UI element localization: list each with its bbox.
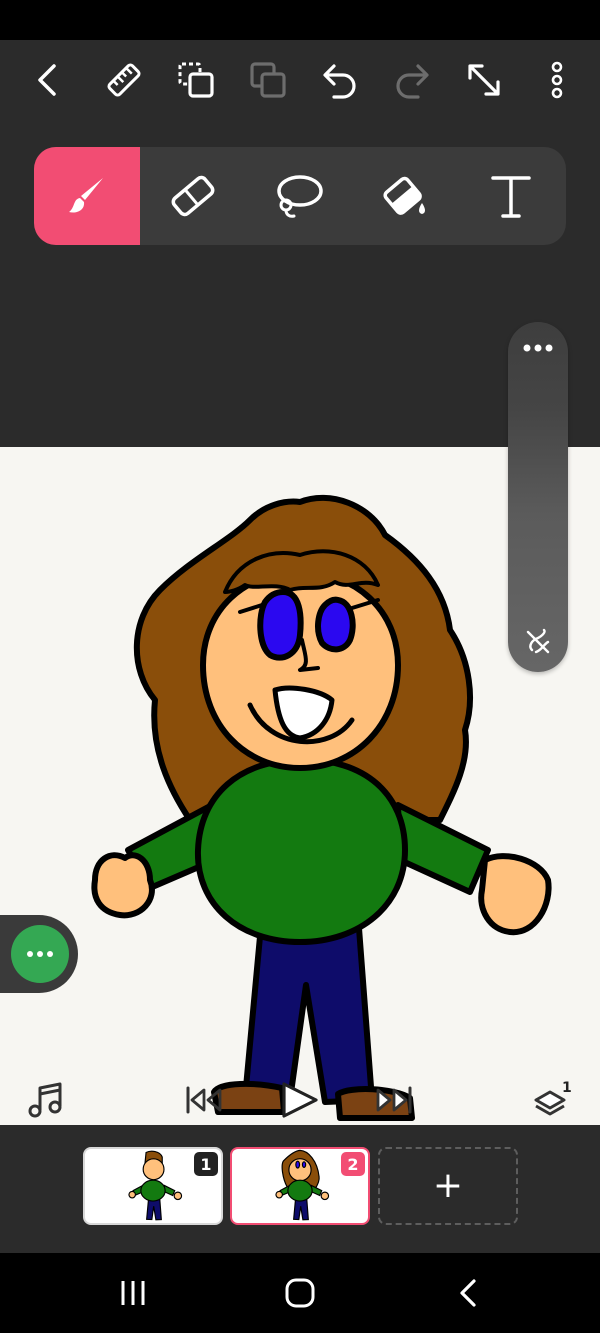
frame-thumbnail[interactable]: 1 bbox=[83, 1147, 223, 1225]
undo-icon[interactable] bbox=[320, 60, 360, 100]
frame-number: 2 bbox=[341, 1152, 365, 1176]
quick-menu-button[interactable] bbox=[11, 925, 69, 983]
eraser-tool[interactable] bbox=[140, 147, 246, 245]
duplicate-icon[interactable] bbox=[248, 60, 288, 100]
pen-pressure-off-icon[interactable] bbox=[524, 628, 552, 656]
lasso-tool[interactable] bbox=[246, 147, 352, 245]
skip-to-start-icon[interactable] bbox=[184, 1084, 226, 1116]
ruler-icon[interactable] bbox=[104, 60, 144, 100]
recent-apps-icon[interactable] bbox=[118, 1277, 148, 1309]
eraser-icon bbox=[171, 175, 215, 217]
paint-bucket-icon bbox=[383, 176, 425, 215]
skip-to-end-icon[interactable] bbox=[372, 1084, 414, 1116]
fullscreen-icon[interactable] bbox=[464, 60, 504, 100]
tool-selector bbox=[34, 147, 566, 245]
play-icon[interactable] bbox=[278, 1080, 322, 1120]
home-icon[interactable] bbox=[284, 1277, 316, 1309]
music-icon[interactable] bbox=[26, 1080, 66, 1120]
more-horizontal-icon[interactable] bbox=[520, 338, 556, 358]
frame-number: 1 bbox=[194, 1152, 218, 1176]
brush-opacity-slider[interactable] bbox=[508, 322, 568, 672]
text-icon bbox=[491, 176, 531, 218]
back-nav-icon[interactable] bbox=[454, 1277, 482, 1309]
frame-thumbnail-selected[interactable]: 2 bbox=[230, 1147, 370, 1225]
brush-tool[interactable] bbox=[34, 147, 140, 245]
select-copy-icon[interactable] bbox=[176, 60, 216, 100]
lasso-icon bbox=[277, 175, 323, 218]
brush-icon bbox=[69, 178, 103, 213]
side-menu-tab bbox=[0, 915, 78, 993]
frame-timeline: 1 2 + bbox=[0, 1125, 600, 1253]
system-nav-bar bbox=[0, 1253, 600, 1333]
text-tool[interactable] bbox=[458, 147, 564, 245]
add-frame-button[interactable]: + bbox=[378, 1147, 518, 1225]
status-bar bbox=[0, 0, 600, 40]
layers-button[interactable]: 1 bbox=[532, 1080, 576, 1120]
more-horizontal-icon bbox=[27, 951, 53, 957]
fill-tool[interactable] bbox=[352, 147, 458, 245]
back-icon[interactable] bbox=[30, 60, 66, 100]
layer-count: 1 bbox=[562, 1080, 572, 1096]
more-vertical-icon[interactable] bbox=[546, 60, 568, 100]
add-frame-label: + bbox=[432, 1165, 464, 1206]
redo-icon[interactable] bbox=[392, 60, 432, 100]
